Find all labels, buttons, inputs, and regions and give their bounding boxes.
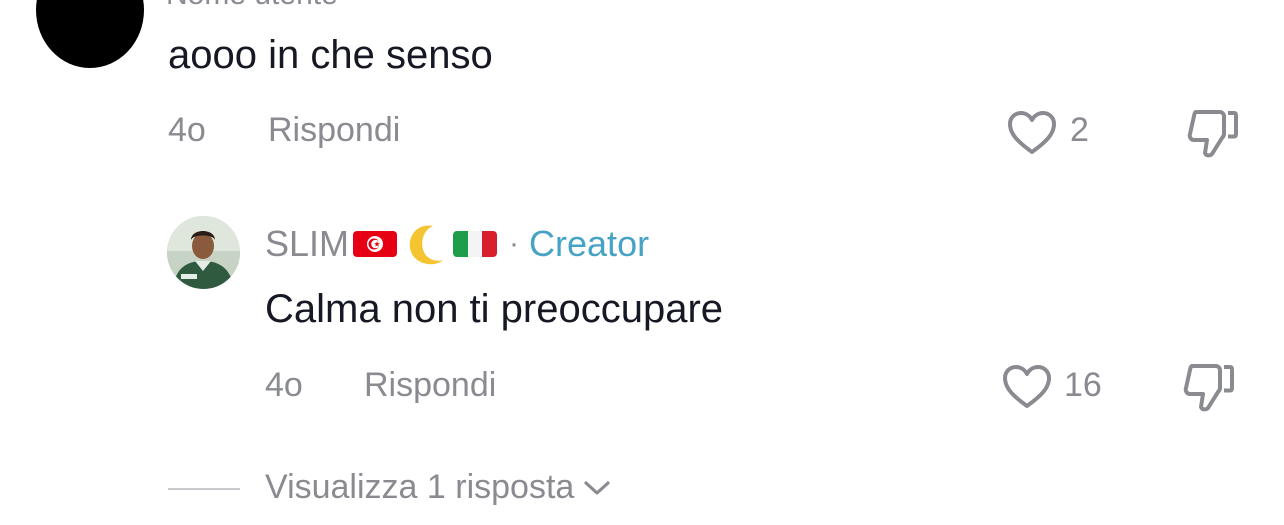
separator-dot: · [509,227,520,260]
comment-time: 4o [168,111,206,149]
avatar[interactable] [167,216,240,289]
like-count: 2 [1070,111,1089,149]
chevron-down-icon [584,480,610,495]
like-count: 16 [1064,366,1102,404]
comment-username[interactable]: Nome utente [166,0,338,12]
heart-outline-icon [1008,111,1056,154]
reply-button[interactable]: Rispondi [268,111,400,150]
thumbs-down-icon [1183,364,1234,412]
view-replies-button[interactable]: Visualizza 1 risposta [265,468,612,507]
crescent-moon-icon [409,225,444,265]
reply-text: Calma non ti preoccupare [265,287,724,331]
dislike-button[interactable] [1182,362,1236,412]
thumbs-down-icon [1187,110,1238,158]
reply-time: 4o [265,366,303,404]
divider-line [168,488,240,490]
avatar[interactable] [36,0,144,68]
like-button[interactable] [1006,110,1058,156]
reply-username[interactable]: SLIM [265,223,349,265]
dislike-button[interactable] [1186,108,1240,158]
profile-photo [167,216,240,289]
heart-outline-icon [1003,365,1051,408]
reply-button[interactable]: Rispondi [364,366,496,405]
flag-tunisia-icon [353,231,398,257]
like-button[interactable] [1001,364,1053,410]
creator-badge: Creator [529,223,650,264]
view-replies-label: Visualizza 1 risposta [265,468,575,506]
flag-italy-icon [453,231,498,257]
comment-text: aooo in che senso [168,33,493,77]
